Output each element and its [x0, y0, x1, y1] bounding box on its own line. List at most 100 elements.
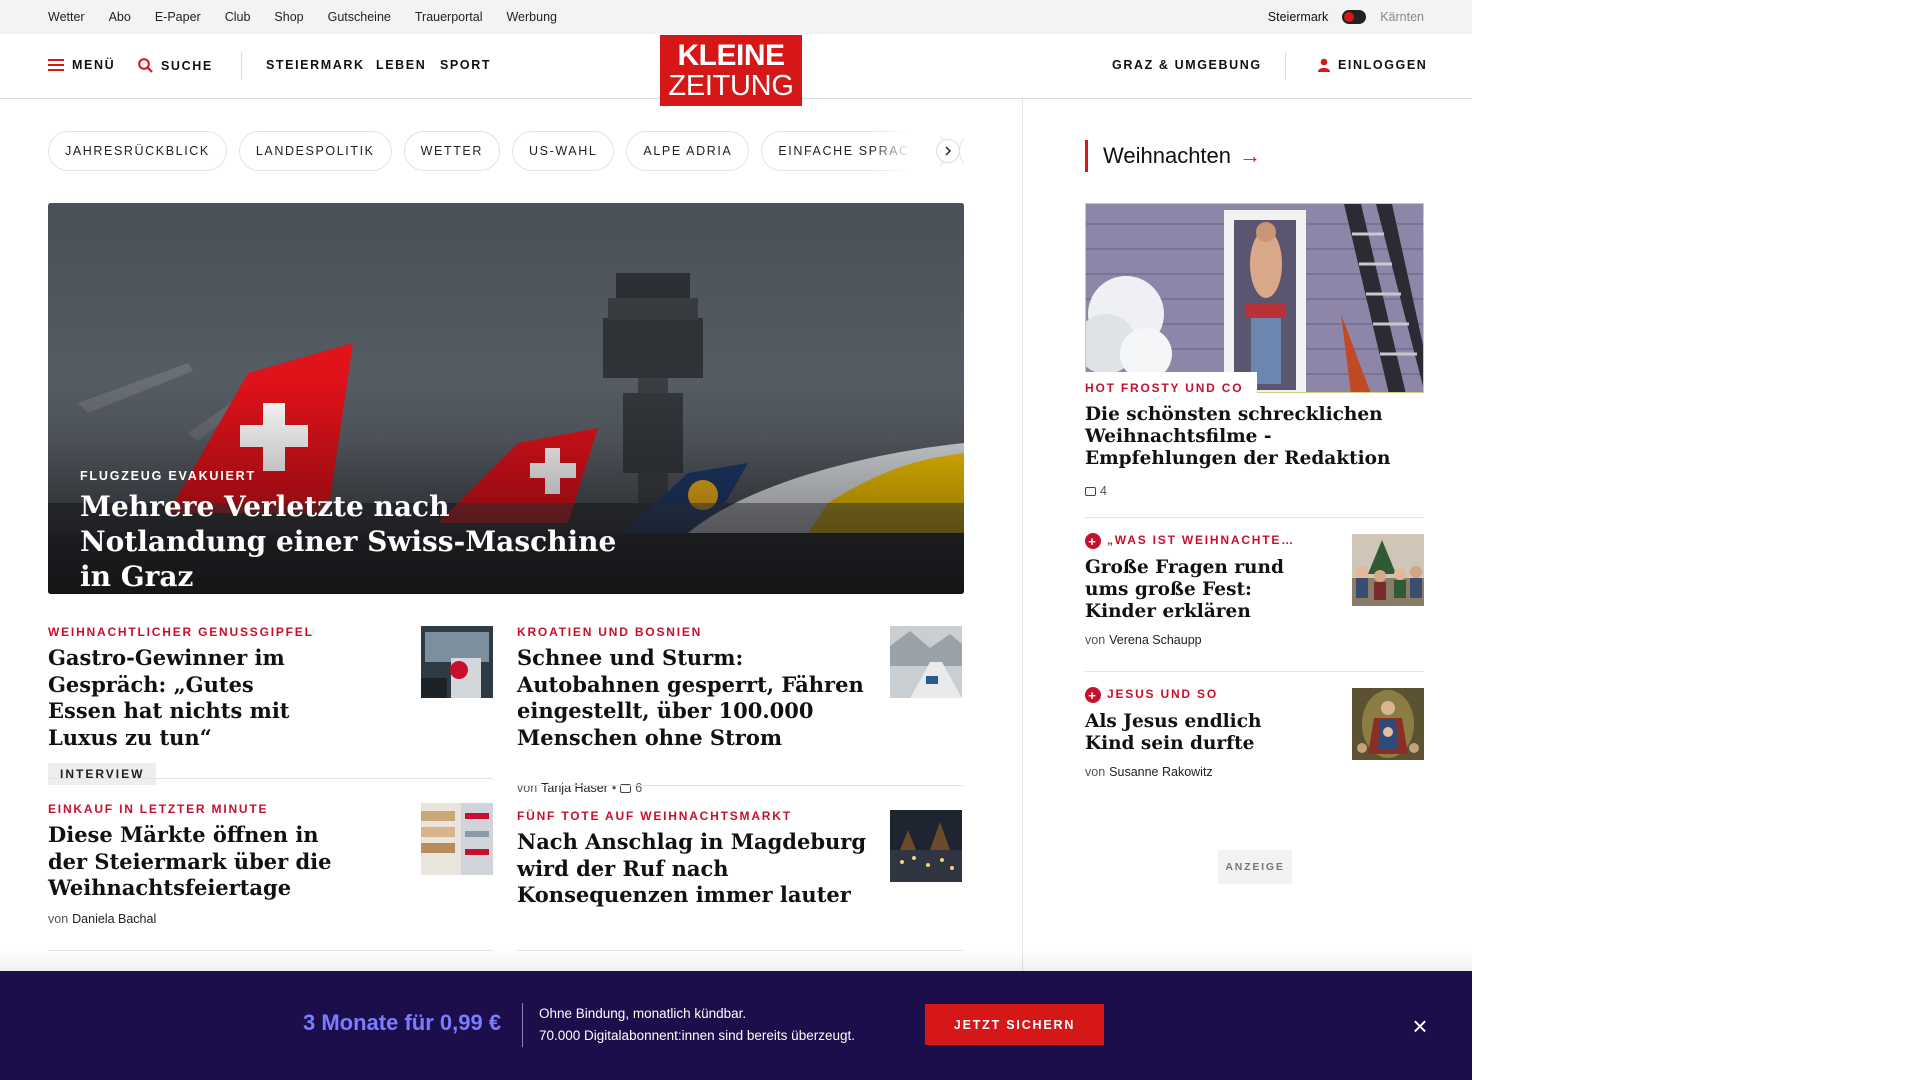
topic-chip[interactable]: ALPE ADRIA — [626, 131, 750, 171]
author-name[interactable]: Verena Schaupp — [1109, 633, 1201, 647]
article-kicker: WEIHNACHTLICHER GENUSSGIPFEL — [48, 625, 314, 639]
sidebar-title[interactable]: Große Fragen rund ums große Fest: Kinder… — [1085, 557, 1285, 623]
thumbnail-image — [890, 810, 962, 882]
topics-scroll-button[interactable] — [936, 139, 960, 163]
hero-article[interactable]: FLUGZEUG EVAKUIERT Mehrere Verletzte nac… — [48, 203, 964, 594]
sidebar-thumbnail[interactable] — [1352, 688, 1424, 760]
util-link-gutscheine[interactable]: Gutscheine — [328, 10, 391, 24]
author-prefix: von — [48, 911, 69, 926]
article-divider — [48, 778, 493, 779]
article-teaser[interactable]: WEIHNACHTLICHER GENUSSGIPFEL Gastro-Gewi… — [48, 625, 328, 785]
article-kicker: EINKAUF IN LETZTER MINUTE — [48, 802, 269, 816]
utility-bar: Wetter Abo E-Paper Club Shop Gutscheine … — [0, 0, 1472, 34]
util-link-club[interactable]: Club — [225, 10, 251, 24]
util-link-epaper[interactable]: E-Paper — [155, 10, 201, 24]
section-heading-weihnachten[interactable]: Weihnachten → — [1085, 140, 1261, 172]
sidebar-lead-title[interactable]: Die schönsten schrecklichen Weihnachtsfi… — [1085, 404, 1424, 470]
nav-sport[interactable]: SPORT — [440, 58, 491, 72]
kleine-zeitung-logo[interactable]: KLEINE ZEITUNG — [660, 35, 802, 106]
util-link-wetter[interactable]: Wetter — [48, 10, 85, 24]
close-icon[interactable]: × — [1406, 1012, 1434, 1040]
sidebar-lead-teaser[interactable]: Die schönsten schrecklichen Weihnachtsfi… — [1085, 404, 1424, 498]
comment-icon — [1085, 486, 1096, 496]
nav-leben[interactable]: LEBEN — [376, 58, 426, 72]
plus-circle-icon: + — [1085, 533, 1101, 549]
sidebar-kicker-text: JESUS UND SO — [1107, 687, 1218, 702]
author-prefix: von — [517, 781, 538, 795]
nav-steiermark[interactable]: STEIERMARK — [266, 58, 365, 72]
util-link-trauerportal[interactable]: Trauerportal — [415, 10, 483, 24]
author-name[interactable]: Daniela Bachal — [72, 912, 156, 926]
article-title[interactable]: Schnee und Sturm: Autobahnen gesperrt, F… — [517, 645, 877, 751]
region-steiermark[interactable]: Steiermark — [1268, 10, 1328, 24]
article-meta: von Tanja Haser • 6 — [517, 781, 877, 795]
interview-badge: INTERVIEW — [48, 763, 157, 785]
article-teaser[interactable]: EINKAUF IN LETZTER MINUTE Diese Märkte ö… — [48, 802, 338, 926]
ad-label: ANZEIGE — [1218, 850, 1292, 884]
sidebar-thumbnail[interactable] — [1352, 534, 1424, 606]
search-button[interactable]: SUCHE — [138, 58, 213, 73]
topic-chip[interactable]: LANDESPOLITIK — [238, 131, 392, 171]
topic-chip[interactable]: WETTER — [403, 131, 500, 171]
plus-circle-icon: + — [1085, 687, 1101, 703]
article-meta: von Daniela Bachal — [48, 912, 338, 926]
author-prefix: von — [1085, 765, 1106, 779]
topic-chips: JAHRESRÜCKBLICK LANDESPOLITIK WETTER US-… — [48, 131, 964, 171]
article-thumbnail[interactable] — [890, 810, 962, 882]
region-toggle[interactable] — [1342, 10, 1367, 24]
promo-divider — [522, 1003, 523, 1047]
article-kicker: FÜNF TOTE AUF WEIHNACHTSMARKT — [517, 809, 792, 823]
topic-chip[interactable]: JAHRESRÜCKBLICK — [48, 131, 227, 171]
article-title[interactable]: Diese Märkte öffnen in der Steiermark üb… — [48, 822, 338, 902]
sidebar-lead-image[interactable] — [1085, 203, 1424, 393]
promo-line-2: 70.000 Digitalabonnent:innen sind bereit… — [539, 1028, 855, 1043]
comment-count[interactable]: 6 — [635, 781, 642, 795]
author-name[interactable]: Susanne Rakowitz — [1109, 765, 1213, 779]
author-name[interactable]: Tanja Haser — [541, 781, 608, 795]
sidebar-title[interactable]: Als Jesus endlich Kind sein durfte — [1085, 711, 1285, 755]
promo-shadow — [0, 950, 1472, 971]
arrow-right-icon: → — [1239, 143, 1262, 168]
nav-divider — [1285, 52, 1286, 80]
hero-title[interactable]: Mehrere Verletzte nach Notlandung einer … — [80, 489, 640, 594]
sidebar-kicker: + „WAS IST WEIHNACHTE… — [1085, 533, 1325, 549]
nav-graz-umgebung[interactable]: GRAZ & UMGEBUNG — [1112, 58, 1262, 72]
hero-kicker: FLUGZEUG EVAKUIERT — [80, 469, 256, 483]
page: Wetter Abo E-Paper Club Shop Gutscheine … — [0, 0, 1472, 1080]
sidebar-teaser[interactable]: + „WAS IST WEIHNACHTE… Große Fragen rund … — [1085, 533, 1325, 647]
util-link-shop[interactable]: Shop — [274, 10, 303, 24]
topic-chip[interactable]: US-WAHL — [512, 131, 615, 171]
login-button[interactable]: EINLOGGEN — [1318, 58, 1427, 72]
topics-fade — [870, 131, 940, 171]
sidebar-lead-kicker-box: HOT FROSTY UND CO — [1085, 372, 1258, 400]
sidebar-teaser[interactable]: + JESUS UND SO Als Jesus endlich Kind sei… — [1085, 687, 1325, 779]
thumbnail-image — [421, 803, 493, 875]
article-title[interactable]: Gastro-Gewinner im Gespräch: „Gutes Esse… — [48, 645, 328, 751]
page-gutter — [1472, 0, 1920, 1080]
thumbnail-image — [421, 626, 493, 698]
article-teaser[interactable]: FÜNF TOTE AUF WEIHNACHTSMARKT Nach Ansch… — [517, 809, 877, 909]
logo-line-1: KLEINE — [677, 39, 785, 72]
logo-line-2: ZEITUNG — [668, 70, 794, 102]
comment-count[interactable]: 4 — [1100, 484, 1107, 498]
article-kicker: KROATIEN UND BOSNIEN — [517, 625, 703, 639]
chevron-right-icon — [945, 146, 952, 156]
sidebar-kicker: + JESUS UND SO — [1085, 687, 1325, 703]
article-thumbnail[interactable] — [421, 803, 493, 875]
article-thumbnail[interactable] — [421, 626, 493, 698]
thumbnail-image — [890, 626, 962, 698]
promo-line-1: Ohne Bindung, monatlich kündbar. — [539, 1006, 747, 1021]
sidebar-kicker-text: „WAS IST WEIHNACHTE… — [1107, 533, 1295, 548]
util-link-werbung[interactable]: Werbung — [506, 10, 557, 24]
util-link-abo[interactable]: Abo — [109, 10, 131, 24]
topic-chip[interactable]: DO — [959, 131, 964, 171]
article-thumbnail[interactable] — [890, 626, 962, 698]
thumbnail-image — [1352, 534, 1424, 606]
region-switch: Steiermark Kärnten — [1268, 0, 1424, 34]
promo-price: 3 Monate für 0,99 € — [303, 1010, 502, 1035]
article-title[interactable]: Nach Anschlag in Magdeburg wird der Ruf … — [517, 829, 877, 909]
subscribe-button[interactable]: JETZT SICHERN — [925, 1004, 1104, 1045]
article-teaser[interactable]: KROATIEN UND BOSNIEN Schnee und Sturm: A… — [517, 625, 877, 795]
menu-button[interactable]: MENÜ — [48, 58, 115, 72]
region-kaernten[interactable]: Kärnten — [1380, 10, 1424, 24]
